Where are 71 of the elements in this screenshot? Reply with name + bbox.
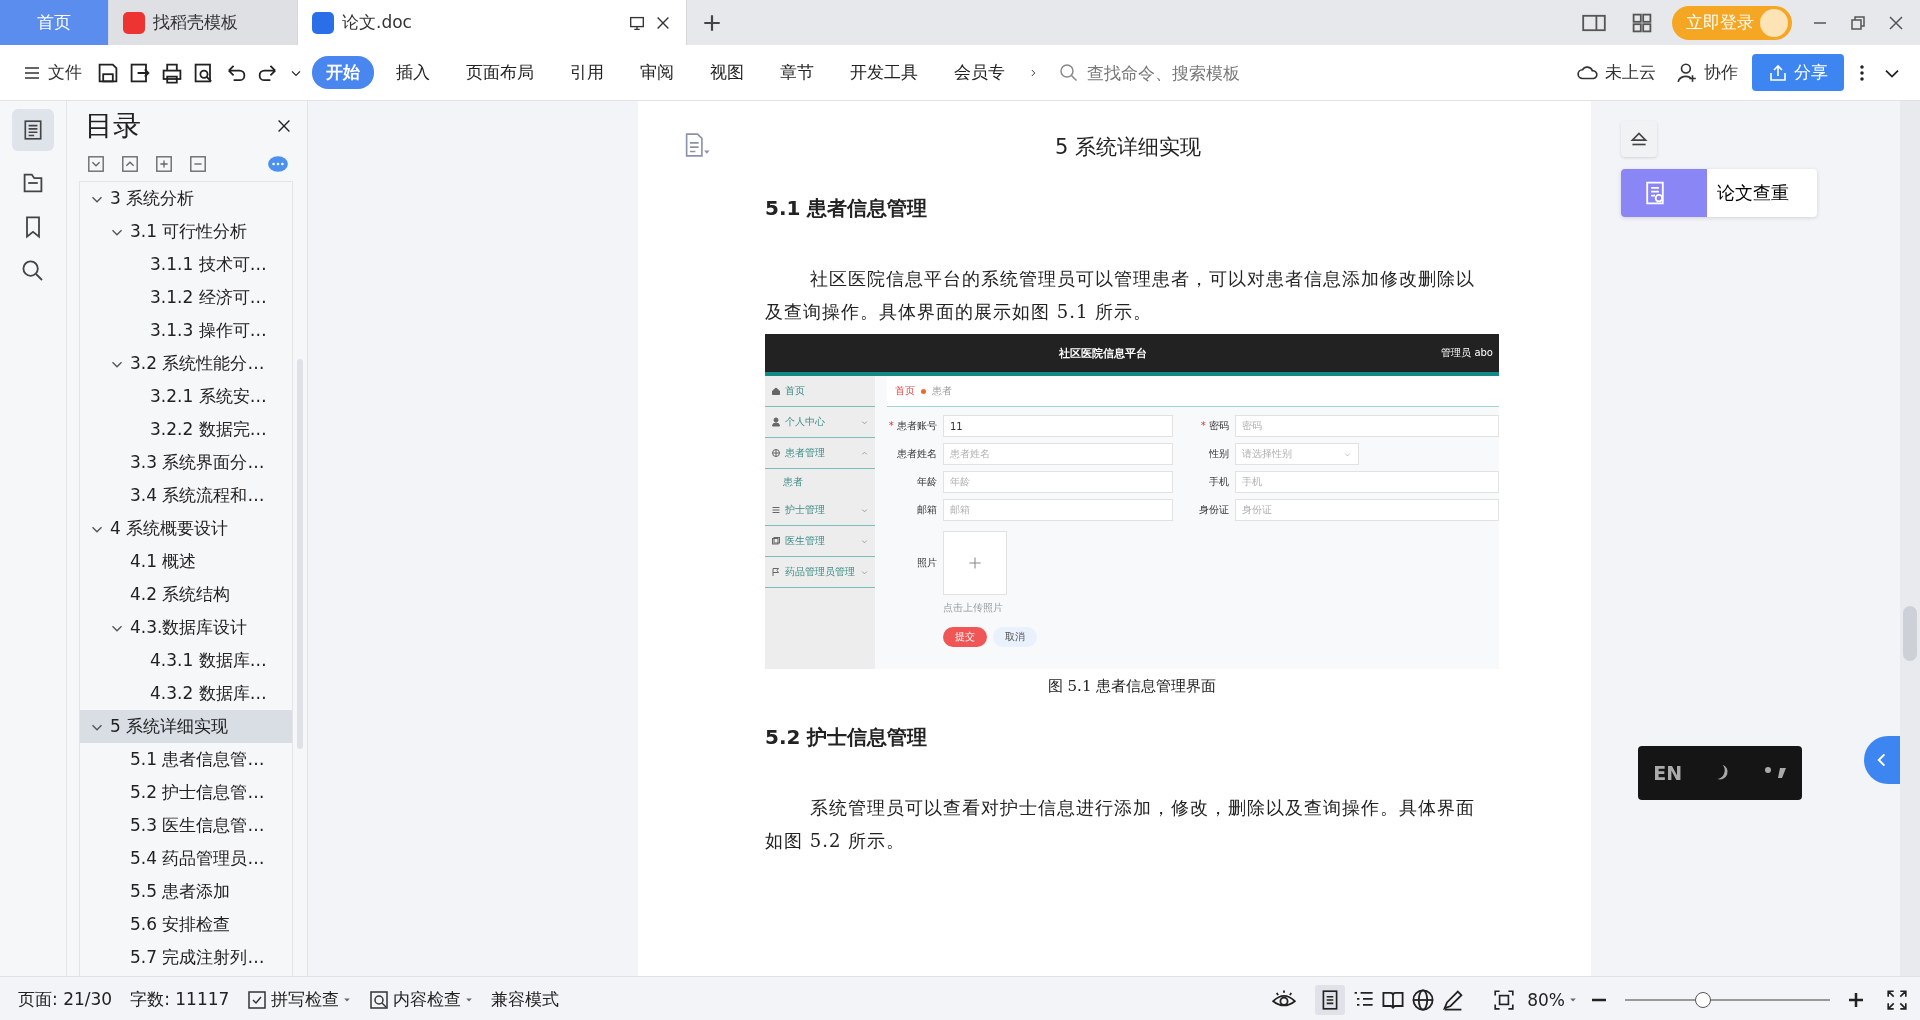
toc-item[interactable]: 5.6 安排检查 bbox=[80, 908, 292, 941]
toc-item[interactable]: 4.3.1 数据库… bbox=[80, 644, 292, 677]
compatibility-mode: 兼容模式 bbox=[490, 988, 561, 1011]
toc-item[interactable]: 5.7 完成注射列… bbox=[80, 941, 292, 974]
ribbon-tab[interactable]: 开始 bbox=[312, 56, 374, 89]
cancel-button[interactable]: 取消 bbox=[993, 627, 1037, 647]
ribbon-tab[interactable]: 章节 bbox=[766, 56, 828, 89]
field-label: 年龄 bbox=[916, 475, 937, 489]
toc-item[interactable]: 3.4 系统流程和… bbox=[80, 479, 292, 512]
input-field[interactable]: 11 bbox=[943, 415, 1173, 437]
field-label: * 密码 bbox=[1199, 419, 1229, 433]
app-title: 社区医院信息平台 bbox=[1058, 345, 1149, 361]
zoom-dropdown[interactable]: 80% bbox=[1521, 987, 1583, 1012]
share-button[interactable]: 分享 bbox=[1752, 54, 1844, 91]
cloud-button[interactable]: 未上云 bbox=[1571, 57, 1662, 88]
ribbon-tab[interactable]: 引用 bbox=[556, 56, 618, 89]
section-heading: 5.1 患者信息管理 bbox=[765, 195, 929, 222]
word-count[interactable]: 字数: 11117 bbox=[124, 986, 236, 1013]
toc-item[interactable]: 4.2 系统结构 bbox=[80, 578, 292, 611]
spell-check-button[interactable]: 拼写检查 bbox=[241, 986, 358, 1013]
toc-item[interactable]: 3.2.2 数据完… bbox=[80, 413, 292, 446]
toc-item[interactable]: 3.2 系统性能分… bbox=[80, 347, 292, 380]
toc-item[interactable]: 4.3.2 数据库… bbox=[80, 677, 292, 710]
plagiarism-check-button[interactable]: 论文查重 bbox=[1621, 169, 1817, 217]
toc-item[interactable]: 3.1.2 经济可… bbox=[80, 281, 292, 314]
ribbon-tab[interactable]: 视图 bbox=[696, 56, 758, 89]
toc-item[interactable]: 4 系统概要设计 bbox=[80, 512, 292, 545]
toc-item[interactable]: 3.2.1 系统安… bbox=[80, 380, 292, 413]
file-menu[interactable]: 文件 bbox=[16, 57, 88, 88]
breadcrumb-item: 患者 bbox=[932, 384, 952, 398]
field-label: 邮箱 bbox=[916, 503, 937, 517]
field-label: 患者姓名 bbox=[896, 447, 937, 461]
section-heading: 5.2 护士信息管理 bbox=[765, 724, 929, 751]
field-label: 照片 bbox=[916, 556, 937, 570]
toc-item[interactable]: 4.3.数据库设计 bbox=[80, 611, 292, 644]
document-tab[interactable]: 论文.doc bbox=[298, 0, 687, 45]
field-label: 手机 bbox=[1208, 475, 1229, 489]
toc-item[interactable]: 5.3 医生信息管… bbox=[80, 809, 292, 842]
toc-item[interactable]: 3.3 系统界面分… bbox=[80, 446, 292, 479]
ribbon-tab[interactable]: 会员专 bbox=[940, 56, 1019, 89]
chapter-heading: 5 系统详细实现 bbox=[1053, 134, 1202, 161]
toc-item[interactable]: 3.1 可行性分析 bbox=[80, 215, 292, 248]
toc-item[interactable]: 5.4 药品管理员… bbox=[80, 842, 292, 875]
field-label: 性别 bbox=[1208, 447, 1229, 461]
toc-item[interactable]: 3.1.3 操作可… bbox=[80, 314, 292, 347]
toc-item[interactable]: 5.5 患者添加 bbox=[80, 875, 292, 908]
toc-item[interactable]: 5 系统详细实现 bbox=[80, 710, 292, 743]
body-paragraph: 社区医院信息平台的系统管理员可以管理患者，可以对患者信息添加修改删除以及查询操作。具体界面的展示如图 5.1 所示。 bbox=[765, 267, 1476, 324]
collaborate-button[interactable]: 协作 bbox=[1670, 57, 1744, 88]
document-tab[interactable]: 找稻壳模板 bbox=[109, 0, 298, 45]
ribbon-tab[interactable]: 插入 bbox=[382, 56, 444, 89]
breadcrumb-item[interactable]: 首页 bbox=[895, 384, 915, 398]
field-label: 身份证 bbox=[1198, 503, 1229, 517]
upload-hint: 点击上传照片 bbox=[943, 601, 1004, 615]
body-paragraph: 系统管理员可以查看对护士信息进行添加，修改，删除以及查询操作。具体界面如图 5.2 所示。 bbox=[765, 796, 1476, 853]
ribbon-tab[interactable]: 开发工具 bbox=[836, 56, 932, 89]
input-method-bar[interactable]: EN bbox=[1638, 746, 1802, 800]
toc-item[interactable]: 3.1.1 技术可… bbox=[80, 248, 292, 281]
toc-item[interactable]: 5.2 护士信息管… bbox=[80, 776, 292, 809]
toc-item[interactable]: 5.1 患者信息管… bbox=[80, 743, 292, 776]
app-submenu-item[interactable]: 患者 bbox=[765, 469, 875, 495]
toc-item[interactable]: 4.1 概述 bbox=[80, 545, 292, 578]
figure-caption: 图 5.1 患者信息管理界面 bbox=[1046, 677, 1218, 696]
field-label: * 患者账号 bbox=[887, 419, 937, 433]
user-name: 管理员 abo bbox=[1441, 346, 1494, 360]
toc-item[interactable]: 3 系统分析 bbox=[80, 182, 292, 215]
content-check-button[interactable]: 内容检查 bbox=[363, 986, 480, 1013]
ribbon-tab[interactable]: 页面布局 bbox=[452, 56, 548, 89]
panel-title: 目录 bbox=[85, 108, 142, 144]
page-count[interactable]: 页面: 21/30 bbox=[12, 986, 119, 1013]
ribbon-tab[interactable]: 审阅 bbox=[626, 56, 688, 89]
